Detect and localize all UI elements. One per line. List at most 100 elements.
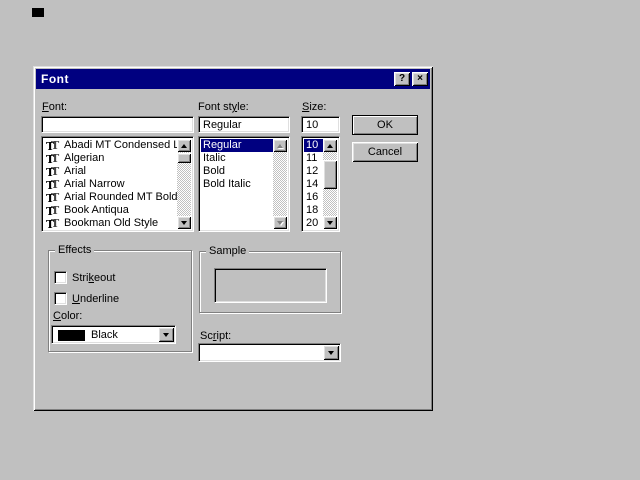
label-text: Sc [200, 330, 213, 342]
scroll-down-button[interactable] [323, 216, 337, 229]
font-style-scrollbar[interactable] [273, 139, 287, 229]
font-list-item[interactable]: TT Arial Rounded MT Bold [44, 191, 177, 204]
size-value: 20 [306, 217, 318, 229]
size-label: Size: [302, 101, 326, 114]
font-name: Bookman Old Style [64, 217, 158, 229]
font-list-item[interactable]: TT Arial [44, 165, 177, 178]
underline-label[interactable]: Underline [72, 293, 119, 305]
sample-group: Sample [199, 251, 341, 313]
style-name: Italic [203, 152, 226, 165]
effects-group-title: Effects [55, 244, 94, 256]
label-text: le: [237, 101, 249, 113]
scroll-up-button[interactable] [177, 139, 191, 152]
script-label: Script: [200, 330, 231, 343]
script-dropdown[interactable] [198, 343, 341, 362]
strikeout-checkbox[interactable] [54, 271, 67, 284]
scroll-up-button-disabled [273, 139, 287, 152]
effects-group: Effects Strikeout Underline Color: Black [48, 250, 192, 352]
size-list-item[interactable]: 16 [304, 191, 323, 204]
close-button[interactable]: × [412, 72, 428, 86]
arrow-up-icon [181, 144, 187, 148]
ok-button[interactable]: OK [352, 115, 418, 135]
truetype-icon: TT [46, 179, 61, 191]
desktop: Font ? × Font: Font style: Size: TT Abad… [0, 0, 640, 480]
label-text: olor: [61, 310, 82, 322]
style-name: Regular [203, 139, 242, 152]
style-name: Bold [203, 165, 225, 178]
dropdown-button[interactable] [158, 327, 174, 342]
font-list-item[interactable]: TT Bookman Old Style [44, 217, 177, 229]
scroll-up-button[interactable] [323, 139, 337, 152]
style-name: Bold Italic [203, 178, 251, 191]
cancel-button[interactable]: Cancel [352, 142, 418, 162]
font-style-list-item[interactable]: Bold Italic [201, 178, 273, 191]
truetype-icon: TT [46, 153, 61, 165]
font-style-list-item[interactable]: Regular [201, 139, 273, 152]
font-name: Abadi MT Condensed L [64, 139, 177, 152]
arrow-up-icon [277, 144, 283, 148]
font-style-list-item[interactable]: Bold [201, 165, 273, 178]
arrow-up-icon [327, 144, 333, 148]
color-label: Color: [53, 310, 82, 322]
titlebar-buttons: ? × [394, 72, 428, 86]
font-style-list-item[interactable]: Italic [201, 152, 273, 165]
color-value: Black [91, 329, 118, 341]
size-input[interactable] [301, 116, 340, 133]
font-list-scrollbar[interactable] [177, 139, 191, 229]
size-value: 11 [306, 152, 317, 165]
arrow-down-icon [163, 333, 169, 337]
truetype-icon: TT [46, 166, 61, 178]
dialog-title: Font [41, 72, 69, 86]
label-text: Stri [72, 272, 89, 284]
size-scrollbar[interactable] [323, 139, 337, 229]
font-name: Arial [64, 165, 86, 178]
underline-checkbox[interactable] [54, 292, 67, 305]
scroll-down-button-disabled [273, 216, 287, 229]
font-list-item[interactable]: TT Algerian [44, 152, 177, 165]
font-list-item[interactable]: TT Book Antiqua [44, 204, 177, 217]
truetype-icon: TT [46, 192, 61, 204]
label-text: Font st [198, 101, 232, 113]
size-list-rows: 10111214161820 [304, 139, 323, 229]
scroll-thumb[interactable] [177, 153, 191, 163]
scroll-thumb[interactable] [323, 160, 337, 189]
font-list[interactable]: TT Abadi MT Condensed L TT Algerian TT A… [41, 136, 194, 232]
truetype-icon: TT [46, 218, 61, 230]
size-list-item[interactable]: 12 [304, 165, 323, 178]
scroll-down-button[interactable] [177, 216, 191, 229]
dropdown-button[interactable] [323, 345, 339, 360]
label-mnemonic: C [53, 310, 61, 322]
help-button[interactable]: ? [394, 72, 410, 86]
label-mnemonic: F [42, 101, 49, 113]
font-style-input[interactable] [198, 116, 290, 133]
color-dropdown[interactable]: Black [51, 325, 176, 344]
font-style-list-rows: RegularItalicBoldBold Italic [201, 139, 273, 229]
strikeout-label[interactable]: Strikeout [72, 272, 115, 284]
close-icon: × [417, 74, 423, 84]
size-list[interactable]: 10111214161820 [301, 136, 340, 232]
font-list-item[interactable]: TT Abadi MT Condensed L [44, 139, 177, 152]
font-input[interactable] [41, 116, 194, 133]
font-name: Book Antiqua [64, 204, 129, 217]
size-list-item[interactable]: 20 [304, 217, 323, 229]
sample-group-title: Sample [206, 245, 249, 257]
arrow-down-icon [277, 221, 283, 225]
font-style-list[interactable]: RegularItalicBoldBold Italic [198, 136, 290, 232]
font-name: Arial Narrow [64, 178, 125, 191]
font-list-rows: TT Abadi MT Condensed L TT Algerian TT A… [44, 139, 177, 229]
titlebar[interactable]: Font ? × [36, 69, 430, 89]
size-list-item[interactable]: 10 [304, 139, 323, 152]
size-value: 10 [306, 139, 318, 152]
font-list-item[interactable]: TT Arial Narrow [44, 178, 177, 191]
truetype-icon: TT [46, 140, 61, 152]
size-list-item[interactable]: 11 [304, 152, 323, 165]
font-name: Arial Rounded MT Bold [64, 191, 177, 204]
arrow-down-icon [327, 221, 333, 225]
size-list-item[interactable]: 14 [304, 178, 323, 191]
sample-preview [214, 268, 327, 303]
size-list-item[interactable]: 18 [304, 204, 323, 217]
label-mnemonic: U [72, 293, 80, 305]
label-text: ont: [49, 101, 67, 113]
size-value: 14 [306, 178, 318, 191]
font-label: Font: [42, 101, 67, 114]
